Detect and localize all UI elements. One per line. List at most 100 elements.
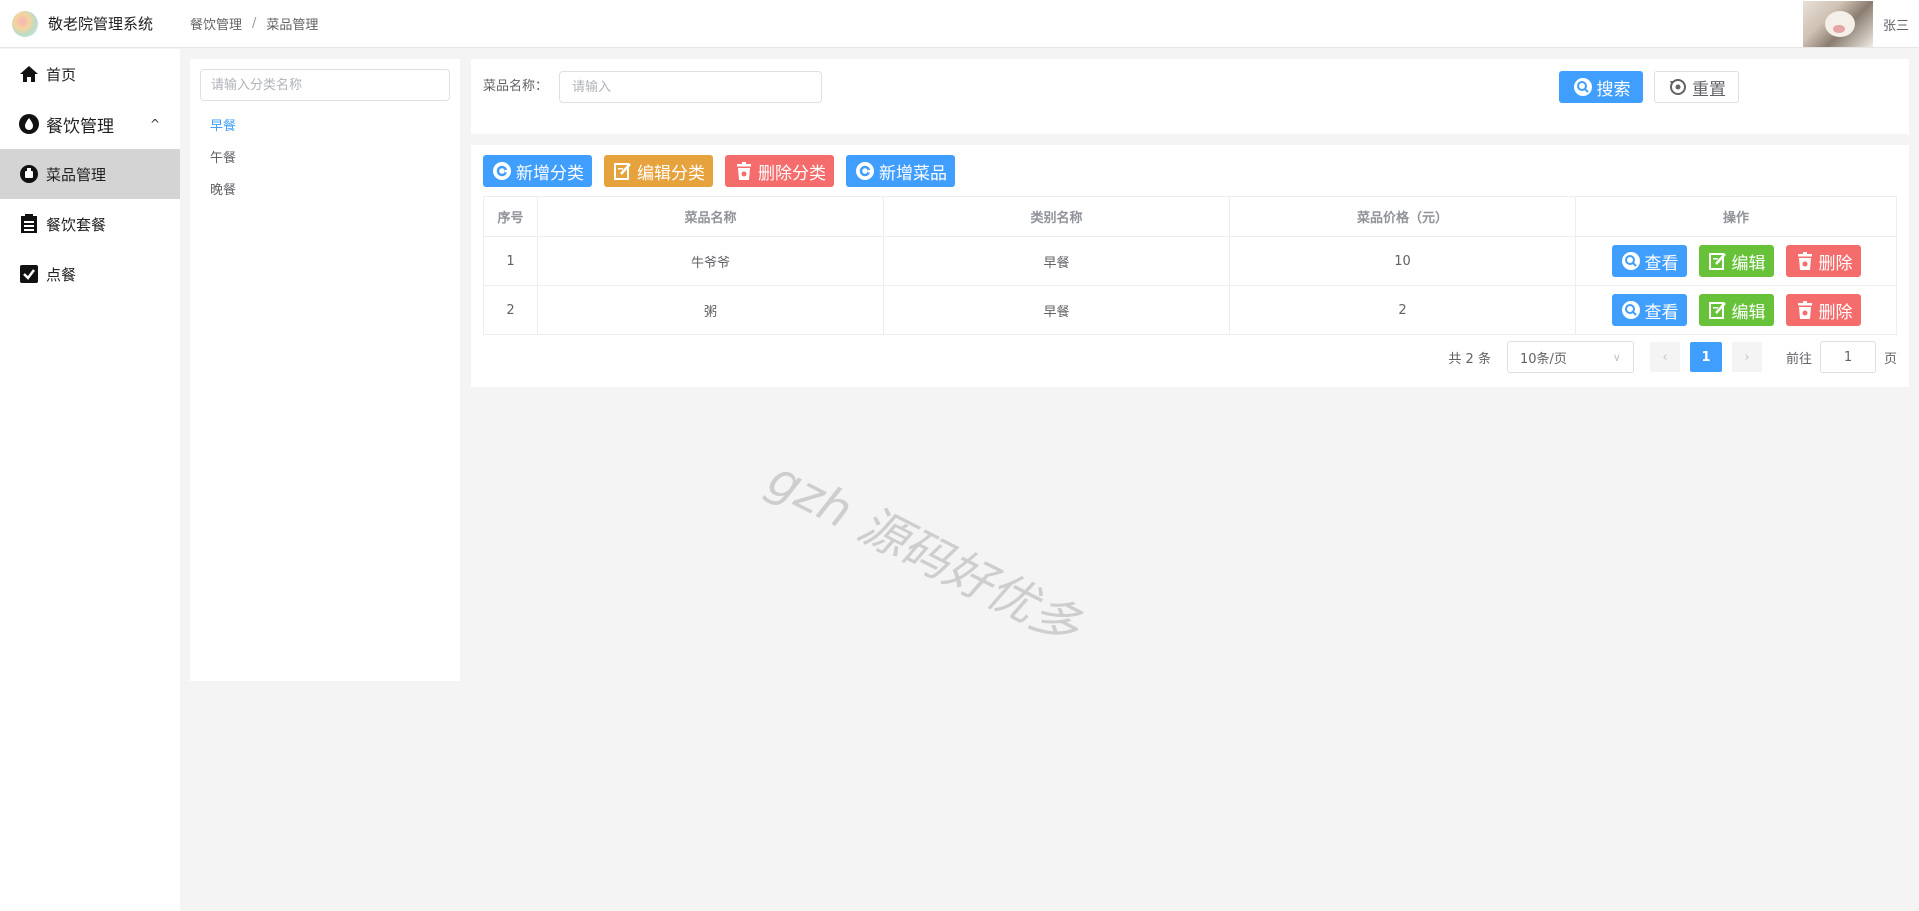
sidebar-item-home[interactable]: 首页 <box>0 49 180 99</box>
category-search-input[interactable] <box>200 69 450 101</box>
user-area[interactable]: 张三 <box>1802 0 1909 48</box>
cell-dish-name: 粥 <box>537 285 884 335</box>
sidebar-item-catering[interactable]: 餐饮管理 ^ <box>0 99 180 149</box>
sidebar-item-label: 点餐 <box>46 265 77 284</box>
sidebar-item-order[interactable]: 点餐 <box>0 249 180 299</box>
search-icon <box>1620 250 1642 272</box>
chevron-left-icon: ‹ <box>1662 349 1668 365</box>
sidebar-item-label: 首页 <box>46 65 77 84</box>
dish-name-label: 菜品名称： <box>483 79 549 94</box>
edit-category-label: 编辑分类 <box>637 163 705 184</box>
drop-icon <box>18 113 40 135</box>
app-logo-area: 敬老院管理系统 <box>0 0 180 48</box>
sidebar: 首页 餐饮管理 ^ 菜品管理 餐饮套餐 点餐 <box>0 49 180 911</box>
username[interactable]: 张三 <box>1883 15 1909 34</box>
delete-button[interactable]: 删除 <box>1785 245 1861 277</box>
column-header-index: 序号 <box>483 196 538 237</box>
delete-category-label: 删除分类 <box>758 163 826 184</box>
column-header-dish-name: 菜品名称 <box>537 196 884 237</box>
category-item-lunch[interactable]: 午餐 <box>200 143 450 175</box>
edit-button[interactable]: 编辑 <box>1698 294 1774 326</box>
edit-button[interactable]: 编辑 <box>1698 245 1774 277</box>
breadcrumb: 餐饮管理 / 菜品管理 <box>190 14 318 33</box>
home-icon <box>18 63 40 85</box>
goto-page-input[interactable] <box>1819 341 1876 373</box>
cell-price: 10 <box>1229 236 1576 286</box>
chevron-down-icon: ∨ <box>1612 350 1621 364</box>
category-list: 早餐 午餐 晚餐 <box>200 111 450 207</box>
add-category-button[interactable]: 新增分类 <box>483 155 592 187</box>
edit-icon <box>612 160 634 182</box>
trash-icon <box>1794 299 1816 321</box>
edit-button-label: 编辑 <box>1731 302 1766 323</box>
view-button-label: 查看 <box>1644 302 1679 323</box>
category-panel: 早餐 午餐 晚餐 <box>190 59 460 681</box>
toolbar: 新增分类 编辑分类 删除分类 新增菜品 <box>483 155 955 187</box>
edit-button-label: 编辑 <box>1731 253 1766 274</box>
cell-actions: 查看 编辑 删除 <box>1575 285 1897 335</box>
dish-name-input[interactable] <box>559 71 822 103</box>
edit-icon <box>1707 299 1729 321</box>
sidebar-item-label: 餐饮套餐 <box>46 215 107 234</box>
top-header: 敬老院管理系统 餐饮管理 / 菜品管理 张三 <box>0 0 1919 48</box>
reset-button-label: 重置 <box>1692 79 1726 100</box>
avatar[interactable] <box>1802 1 1873 47</box>
column-header-actions: 操作 <box>1575 196 1897 237</box>
table-card: 新增分类 编辑分类 删除分类 新增菜品 序号 菜品名称 类别名称 菜品价格（元）… <box>471 145 1909 387</box>
view-button[interactable]: 查看 <box>1611 294 1687 326</box>
sidebar-item-catering-package[interactable]: 餐饮套餐 <box>0 199 180 249</box>
add-category-label: 新增分类 <box>516 163 584 184</box>
page-size-select[interactable]: 10条/页 ∨ <box>1506 341 1634 373</box>
search-icon <box>1620 299 1642 321</box>
pagination: 共 2 条 10条/页 ∨ ‹ 1 › 前往 页 <box>1448 341 1897 373</box>
sidebar-item-dish-management[interactable]: 菜品管理 <box>0 149 180 199</box>
watermark: gzh 源码好优多 <box>759 450 1089 656</box>
table-row: 1 牛爷爷 早餐 10 查看 编辑 删除 <box>483 236 1897 286</box>
table-row: 2 粥 早餐 2 查看 编辑 删除 <box>483 285 1897 335</box>
clipboard-icon <box>18 213 40 235</box>
breadcrumb-item-dish: 菜品管理 <box>266 18 319 33</box>
cell-price: 2 <box>1229 285 1576 335</box>
goto-label: 前往 <box>1785 351 1812 367</box>
trash-icon <box>733 160 755 182</box>
reset-button[interactable]: 重置 <box>1654 71 1739 103</box>
cell-category: 早餐 <box>883 236 1230 286</box>
page-number-button[interactable]: 1 <box>1689 342 1722 372</box>
page-size-value: 10条/页 <box>1519 351 1567 367</box>
delete-button-label: 删除 <box>1818 253 1853 274</box>
view-button-label: 查看 <box>1644 253 1679 274</box>
search-button-label: 搜索 <box>1596 79 1631 100</box>
delete-button-label: 删除 <box>1818 302 1853 323</box>
delete-category-button[interactable]: 删除分类 <box>725 155 834 187</box>
cell-actions: 查看 编辑 删除 <box>1575 236 1897 286</box>
search-button[interactable]: 搜索 <box>1559 71 1643 103</box>
category-item-breakfast[interactable]: 早餐 <box>200 111 450 143</box>
add-circle-icon <box>491 160 513 182</box>
cell-index: 1 <box>483 236 538 286</box>
delete-button[interactable]: 删除 <box>1785 294 1861 326</box>
sidebar-item-label: 菜品管理 <box>46 165 107 184</box>
breadcrumb-separator: / <box>252 16 257 31</box>
add-dish-button[interactable]: 新增菜品 <box>846 155 955 187</box>
add-circle-icon <box>854 160 876 182</box>
dish-icon <box>18 163 40 185</box>
view-button[interactable]: 查看 <box>1611 245 1687 277</box>
prev-page-button[interactable]: ‹ <box>1649 342 1680 372</box>
app-title: 敬老院管理系统 <box>48 15 154 33</box>
cell-dish-name: 牛爷爷 <box>537 236 884 286</box>
column-header-price: 菜品价格（元） <box>1229 196 1576 237</box>
breadcrumb-item-catering[interactable]: 餐饮管理 <box>190 14 242 33</box>
pagination-total: 共 2 条 <box>1448 351 1491 367</box>
refresh-icon <box>1667 76 1689 98</box>
checkbox-icon <box>18 263 40 285</box>
cell-category: 早餐 <box>883 285 1230 335</box>
next-page-button[interactable]: › <box>1731 342 1762 372</box>
dish-table: 序号 菜品名称 类别名称 菜品价格（元） 操作 1 牛爷爷 早餐 10 查看 编… <box>483 196 1897 335</box>
add-dish-label: 新增菜品 <box>879 163 947 184</box>
sidebar-item-label: 餐饮管理 <box>46 116 114 137</box>
table-header-row: 序号 菜品名称 类别名称 菜品价格（元） 操作 <box>483 196 1897 237</box>
edit-category-button[interactable]: 编辑分类 <box>604 155 713 187</box>
edit-icon <box>1707 250 1729 272</box>
category-item-dinner[interactable]: 晚餐 <box>200 175 450 207</box>
trash-icon <box>1794 250 1816 272</box>
